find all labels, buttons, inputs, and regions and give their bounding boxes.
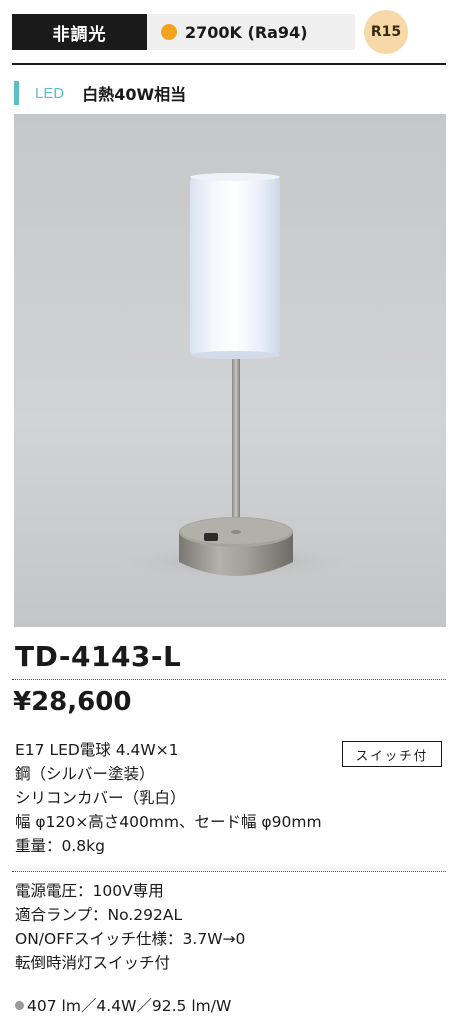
header-divider (12, 63, 446, 65)
table-lamp-illustration (116, 173, 356, 580)
spec-line: 鋼（シルバー塗装） (15, 765, 155, 783)
light-source-type: LED (35, 84, 65, 102)
electrical-spec-line: 適合ランプ：No.292AL (15, 906, 183, 924)
efficiency-value: 407 lm／4.4W／92.5 lm/W (27, 997, 232, 1015)
spec-list: E17 LED電球 4.4W×1 鋼（シルバー塗装） シリコンカバー（乳白） 幅… (15, 738, 322, 858)
spec-line: シリコンカバー（乳白） (15, 789, 186, 807)
spec-line: E17 LED電球 4.4W×1 (15, 741, 179, 759)
rank-badge: R15 (364, 10, 408, 54)
electrical-spec-line: ON/OFFスイッチ仕様：3.7W→0 (15, 930, 246, 948)
electrical-spec-line: 転倒時消灯スイッチ付 (15, 954, 171, 972)
color-temperature-label: 2700K (Ra94) (185, 22, 308, 42)
electrical-spec-line: 電源電圧：100V専用 (15, 882, 164, 900)
spec-header: 非調光 2700K (Ra94) R15 (12, 8, 446, 54)
electrical-spec-list: 電源電圧：100V専用 適合ランプ：No.292AL ON/OFFスイッチ仕様：… (15, 879, 245, 975)
bullet-dot-icon (15, 1000, 24, 1010)
color-temperature: 2700K (Ra94) (147, 14, 355, 50)
switch-tag: スイッチ付 (342, 741, 442, 767)
model-number: TD-4143-L (15, 640, 182, 673)
dotted-divider (12, 871, 446, 872)
dimming-badge: 非調光 (12, 14, 147, 50)
spec-line: 重量：0.8kg (15, 837, 105, 855)
price: ¥28,600 (13, 687, 132, 717)
color-temp-dot-icon (161, 24, 177, 40)
efficiency-row: 407 lm／4.4W／92.5 lm/W (15, 994, 231, 1016)
wattage-equivalent: 白熱40W相当 (82, 85, 187, 104)
light-source-row: LED 白熱40W相当 (14, 80, 186, 106)
led-accent-bar (14, 81, 19, 105)
dotted-divider (12, 679, 446, 680)
product-photo (14, 114, 446, 627)
spec-line: 幅 φ120×高さ400mm、セード幅 φ90mm (15, 813, 322, 831)
